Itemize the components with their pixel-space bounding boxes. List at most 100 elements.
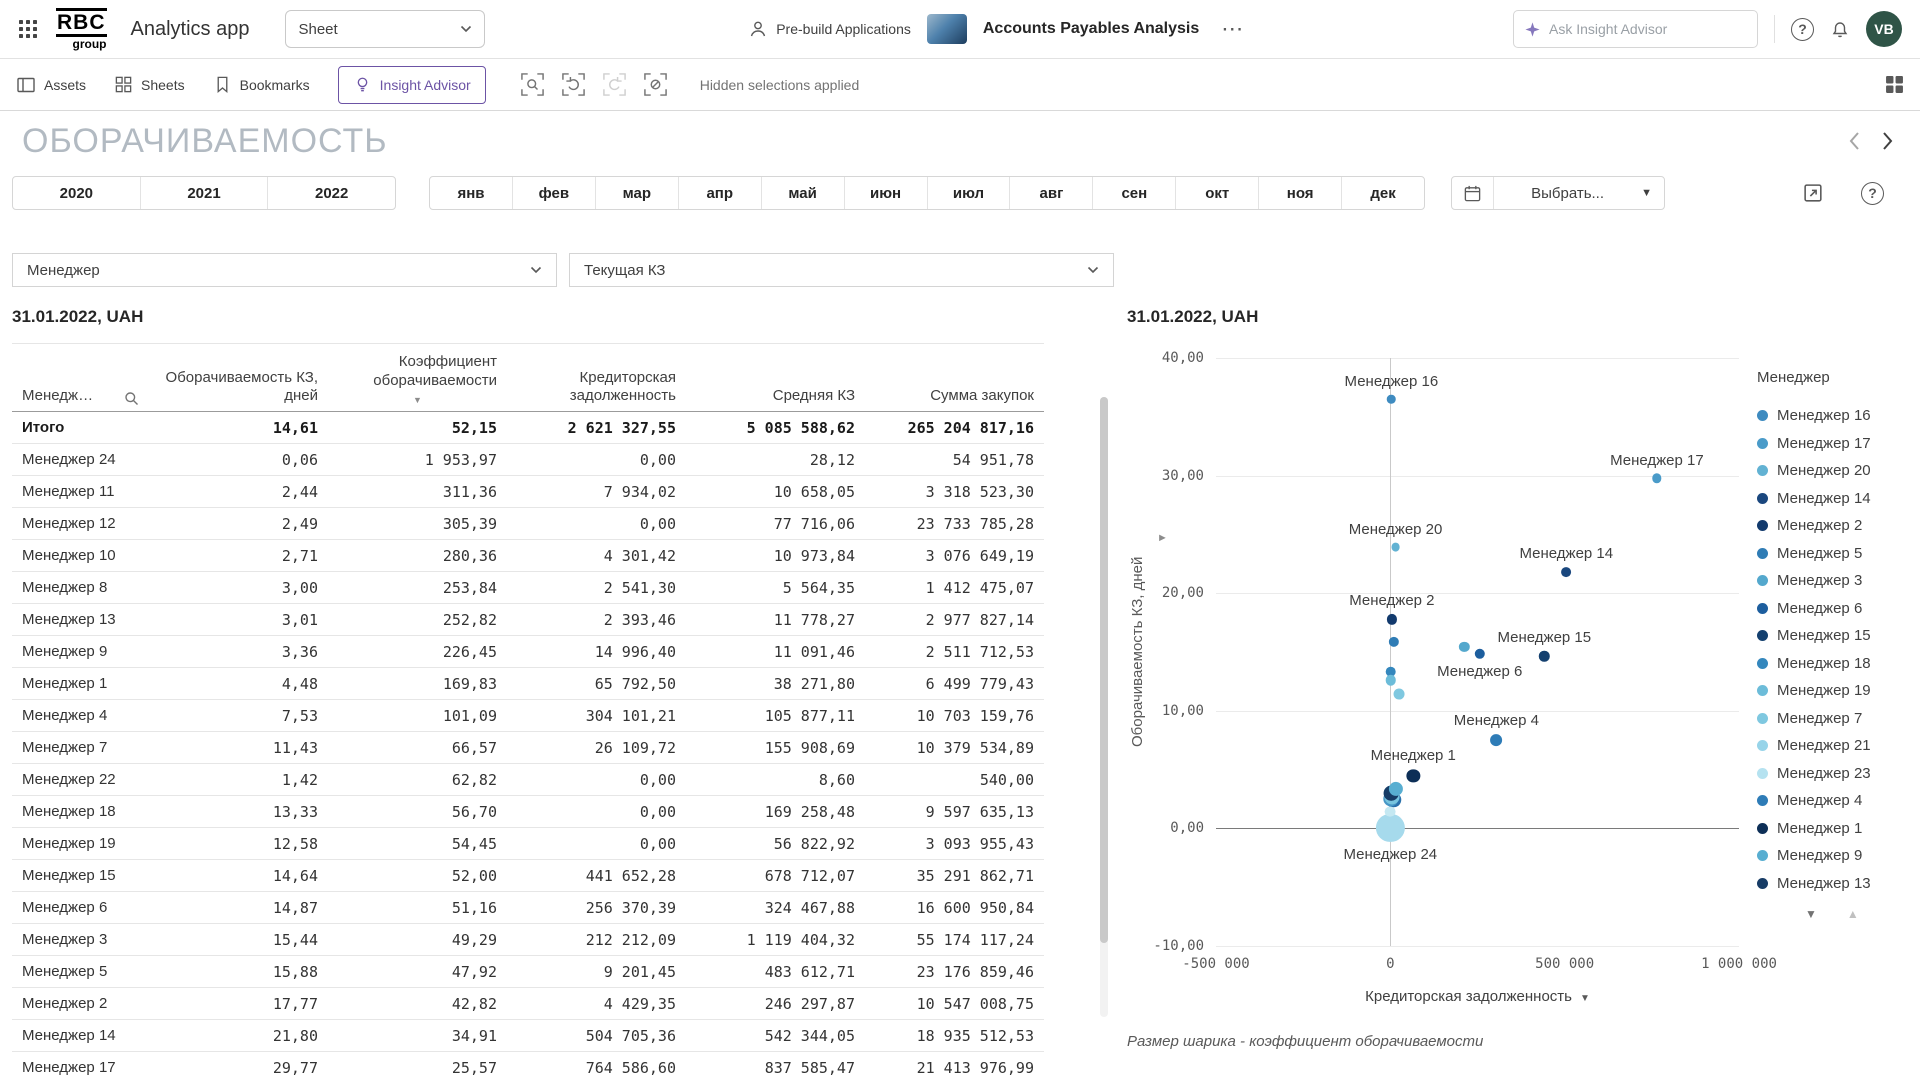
user-avatar[interactable]: VB <box>1866 11 1902 47</box>
month-button[interactable]: апр <box>679 177 762 209</box>
legend-item[interactable]: Менеджер 7 <box>1757 705 1910 733</box>
column-header[interactable]: Коэффициент оборачиваемости▼ <box>328 344 507 412</box>
month-button[interactable]: май <box>762 177 845 209</box>
legend-item[interactable]: Менеджер 5 <box>1757 540 1910 568</box>
table-row[interactable]: Менеджер 133,01252,822 393,4611 778,272 … <box>12 604 1044 636</box>
hidden-selections-icon[interactable] <box>643 72 668 97</box>
data-point[interactable] <box>1407 769 1420 782</box>
manager-cell[interactable]: Менеджер 14 <box>12 1020 149 1052</box>
column-header[interactable]: Кредиторская задолженность <box>507 344 686 412</box>
legend-item[interactable]: Менеджер 3 <box>1757 567 1910 595</box>
manager-cell[interactable]: Менеджер 22 <box>12 764 149 796</box>
help-icon[interactable]: ? <box>1791 18 1814 41</box>
manager-cell[interactable]: Менеджер 24 <box>12 444 149 476</box>
year-button[interactable]: 2021 <box>141 177 269 209</box>
column-header[interactable]: Средняя КЗ <box>686 344 865 412</box>
sheet-help-icon[interactable]: ? <box>1861 182 1884 205</box>
table-row[interactable]: Менеджер 240,061 953,970,0028,1254 951,7… <box>12 444 1044 476</box>
manager-cell[interactable]: Менеджер 13 <box>12 604 149 636</box>
table-row[interactable]: Итого14,6152,152 621 327,555 085 588,622… <box>12 412 1044 444</box>
manager-cell[interactable]: Менеджер 7 <box>12 732 149 764</box>
sheets-tab[interactable]: Sheets <box>114 75 185 94</box>
data-point[interactable] <box>1490 734 1502 746</box>
data-point[interactable] <box>1387 614 1397 624</box>
table-row[interactable]: Менеджер 122,49305,390,0077 716,0623 733… <box>12 508 1044 540</box>
insight-advisor-tab[interactable]: Insight Advisor <box>338 66 486 104</box>
layout-grid-icon[interactable] <box>1885 75 1904 94</box>
export-sheet-icon[interactable] <box>1802 182 1825 205</box>
legend-item[interactable]: Менеджер 4 <box>1757 787 1910 815</box>
table-row[interactable]: Менеджер 83,00253,842 541,305 564,351 41… <box>12 572 1044 604</box>
data-point[interactable] <box>1652 474 1661 483</box>
legend-item[interactable]: Менеджер 19 <box>1757 677 1910 705</box>
legend-item[interactable]: Менеджер 13 <box>1757 870 1910 898</box>
insight-advisor-search[interactable] <box>1513 10 1758 48</box>
data-point[interactable] <box>1385 675 1396 686</box>
table-row[interactable]: Менеджер 217,7742,824 429,35246 297,8710… <box>12 988 1044 1020</box>
manager-cell[interactable]: Менеджер 4 <box>12 700 149 732</box>
column-header[interactable]: Сумма закупок <box>865 344 1044 412</box>
legend-item[interactable]: Менеджер 15 <box>1757 622 1910 650</box>
data-point[interactable] <box>1539 651 1549 661</box>
manager-cell[interactable]: Менеджер 2 <box>12 988 149 1020</box>
manager-cell[interactable]: Менеджер 5 <box>12 956 149 988</box>
month-button[interactable]: янв <box>430 177 513 209</box>
prebuild-applications-link[interactable]: Pre-build Applications <box>748 19 911 39</box>
data-point[interactable] <box>1561 567 1571 577</box>
y-axis-scroll-arrow[interactable]: ► <box>1157 532 1168 544</box>
manager-cell[interactable]: Менеджер 19 <box>12 828 149 860</box>
table-row[interactable]: Менеджер 614,8751,16256 370,39324 467,88… <box>12 892 1044 924</box>
manager-cell[interactable]: Менеджер 8 <box>12 572 149 604</box>
manager-cell[interactable]: Менеджер 1 <box>12 668 149 700</box>
sort-desc-icon[interactable]: ▼ <box>338 395 497 406</box>
legend-item[interactable]: Менеджер 17 <box>1757 430 1910 458</box>
manager-cell[interactable]: Менеджер 18 <box>12 796 149 828</box>
table-row[interactable]: Менеджер 1813,3356,700,00169 258,489 597… <box>12 796 1044 828</box>
table-row[interactable]: Менеджер 1421,8034,91504 705,36542 344,0… <box>12 1020 1044 1052</box>
legend-item[interactable]: Менеджер 18 <box>1757 650 1910 678</box>
table-row[interactable]: Менеджер 47,53101,09304 101,21105 877,11… <box>12 700 1044 732</box>
data-point[interactable] <box>1475 648 1485 658</box>
data-point[interactable] <box>1394 689 1405 700</box>
manager-cell[interactable]: Итого <box>12 412 149 444</box>
month-button[interactable]: сен <box>1093 177 1176 209</box>
sheet-selector[interactable]: Sheet <box>285 10 485 48</box>
manager-cell[interactable]: Менеджер 12 <box>12 508 149 540</box>
legend-item[interactable]: Менеджер 14 <box>1757 485 1910 513</box>
data-point[interactable] <box>1376 814 1404 842</box>
notifications-bell-icon[interactable] <box>1830 19 1850 39</box>
month-button[interactable]: окт <box>1176 177 1259 209</box>
legend-item[interactable]: Менеджер 9 <box>1757 842 1910 870</box>
year-button[interactable]: 2022 <box>268 177 395 209</box>
table-row[interactable]: Менеджер 515,8847,929 201,45483 612,7123… <box>12 956 1044 988</box>
table-row[interactable]: Менеджер 102,71280,364 301,4210 973,843 … <box>12 540 1044 572</box>
app-thumbnail[interactable] <box>927 14 967 44</box>
month-button[interactable]: июн <box>845 177 928 209</box>
scrollbar-thumb[interactable] <box>1100 397 1108 943</box>
step-forward-icon[interactable] <box>602 72 627 97</box>
data-point[interactable] <box>1387 395 1396 404</box>
table-row[interactable]: Менеджер 14,48169,8365 792,5038 271,806 … <box>12 668 1044 700</box>
manager-cell[interactable]: Менеджер 17 <box>12 1052 149 1080</box>
manager-filter-select[interactable]: Менеджер <box>12 253 557 287</box>
manager-cell[interactable]: Менеджер 15 <box>12 860 149 892</box>
table-row[interactable]: Менеджер 221,4262,820,008,60540,00 <box>12 764 1044 796</box>
prev-sheet-icon[interactable] <box>1848 131 1860 151</box>
table-row[interactable]: Менеджер 112,44311,367 934,0210 658,053 … <box>12 476 1044 508</box>
legend-item[interactable]: Менеджер 16 <box>1757 402 1910 430</box>
legend-item[interactable]: Менеджер 6 <box>1757 595 1910 623</box>
manager-cell[interactable]: Менеджер 9 <box>12 636 149 668</box>
table-row[interactable]: Менеджер 1729,7725,57764 586,60837 585,4… <box>12 1052 1044 1080</box>
table-row[interactable]: Менеджер 1912,5854,450,0056 822,923 093 … <box>12 828 1044 860</box>
month-button[interactable]: июл <box>928 177 1011 209</box>
bookmarks-tab[interactable]: Bookmarks <box>213 75 310 94</box>
month-button[interactable]: дек <box>1342 177 1424 209</box>
legend-item[interactable]: Менеджер 23 <box>1757 760 1910 788</box>
legend-item[interactable]: Менеджер 21 <box>1757 732 1910 760</box>
current-kz-filter-select[interactable]: Текущая КЗ <box>569 253 1114 287</box>
legend-item[interactable]: Менеджер 2 <box>1757 512 1910 540</box>
search-selections-icon[interactable] <box>520 72 545 97</box>
data-point[interactable] <box>1391 543 1400 552</box>
data-point[interactable] <box>1388 636 1398 646</box>
table-row[interactable]: Менеджер 315,4449,29212 212,091 119 404,… <box>12 924 1044 956</box>
